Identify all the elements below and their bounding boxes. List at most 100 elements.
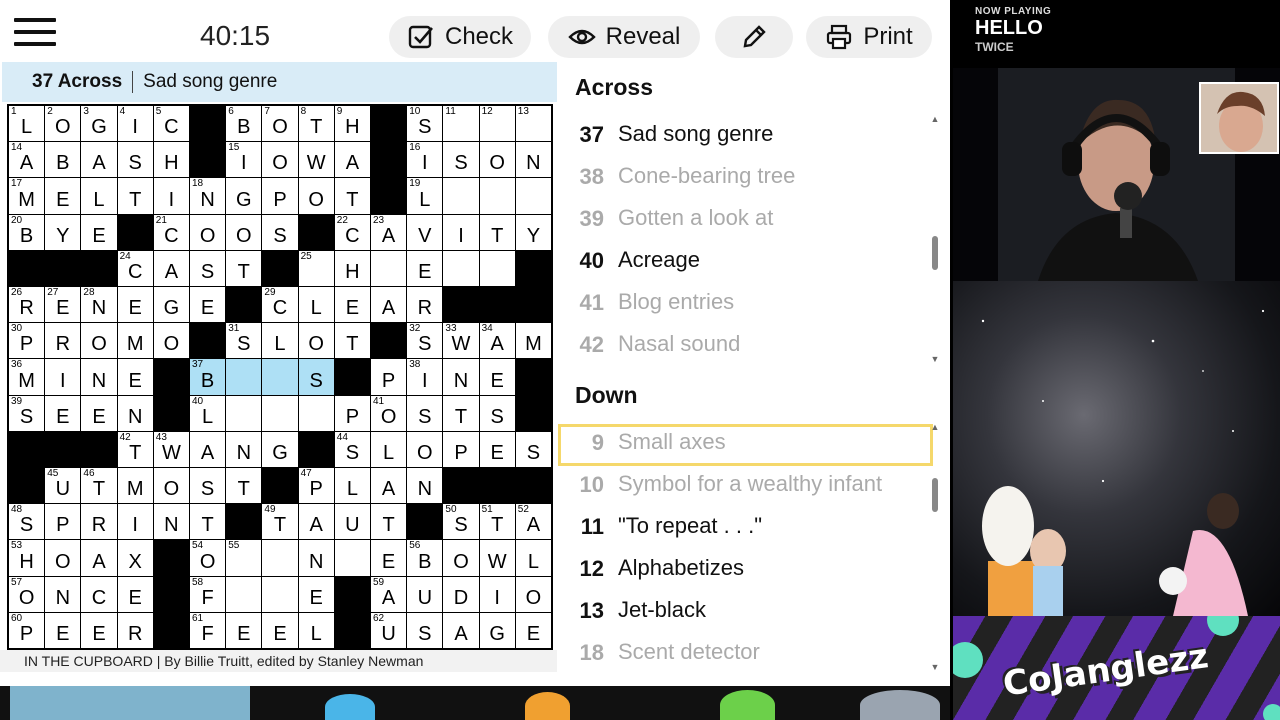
grid-cell[interactable]: M xyxy=(117,468,153,504)
grid-cell[interactable]: 17 M xyxy=(9,178,45,214)
grid-cell[interactable]: L xyxy=(298,612,334,648)
grid-cell[interactable]: 31 S xyxy=(226,323,262,359)
grid-cell[interactable]: Y xyxy=(515,214,551,250)
print-button[interactable]: Print xyxy=(806,16,932,58)
grid-cell[interactable]: 12 xyxy=(479,106,515,142)
grid-cell[interactable]: 60 P xyxy=(9,612,45,648)
grid-cell[interactable]: E xyxy=(407,250,443,286)
grid-cell[interactable]: 4I xyxy=(117,106,153,142)
grid-cell[interactable]: T xyxy=(371,504,407,540)
grid-cell[interactable]: H xyxy=(153,142,189,178)
grid-cell[interactable]: 18 N xyxy=(190,178,226,214)
grid-cell[interactable]: T xyxy=(117,178,153,214)
grid-cell[interactable]: 13 xyxy=(515,106,551,142)
grid-cell[interactable]: X xyxy=(117,540,153,576)
grid-cell[interactable]: 32 S xyxy=(407,323,443,359)
grid-cell[interactable]: E xyxy=(117,576,153,612)
grid-cell[interactable]: L xyxy=(298,287,334,323)
grid-cell[interactable]: A xyxy=(371,287,407,323)
grid-cell[interactable]: I xyxy=(45,359,81,395)
grid-cell[interactable]: Y xyxy=(45,214,81,250)
grid-cell[interactable]: 33 W xyxy=(443,323,479,359)
clue-item[interactable]: 40 Acreage xyxy=(558,242,933,284)
grid-cell[interactable]: 50 S xyxy=(443,504,479,540)
grid-cell[interactable]: E xyxy=(45,178,81,214)
grid-cell[interactable]: 11 xyxy=(443,106,479,142)
grid-cell[interactable]: 16 I xyxy=(407,142,443,178)
grid-cell[interactable]: N xyxy=(443,359,479,395)
grid-cell[interactable]: L xyxy=(515,540,551,576)
grid-cell[interactable]: 22 C xyxy=(334,214,370,250)
grid-cell[interactable]: 41 O xyxy=(371,395,407,431)
grid-cell[interactable]: U xyxy=(334,504,370,540)
grid-cell[interactable]: O xyxy=(190,214,226,250)
grid-cell[interactable]: E xyxy=(334,287,370,323)
grid-cell[interactable]: T xyxy=(190,504,226,540)
grid-cell[interactable]: I xyxy=(153,178,189,214)
grid-cell[interactable]: 9H xyxy=(334,106,370,142)
down-scrollbar[interactable]: ▲ ▼ xyxy=(930,422,940,672)
grid-cell[interactable] xyxy=(262,540,298,576)
grid-cell[interactable]: 37 B xyxy=(190,359,226,395)
grid-cell[interactable]: 39 S xyxy=(9,395,45,431)
grid-cell[interactable] xyxy=(262,395,298,431)
grid-cell[interactable]: E xyxy=(479,431,515,467)
grid-cell[interactable]: 58 F xyxy=(190,576,226,612)
grid-cell[interactable]: 40 L xyxy=(190,395,226,431)
grid-cell[interactable]: O xyxy=(515,576,551,612)
grid-cell[interactable]: 30 P xyxy=(9,323,45,359)
clue-item[interactable]: 12 Alphabetizes xyxy=(558,550,933,592)
grid-cell[interactable]: G xyxy=(153,287,189,323)
reveal-button[interactable]: Reveal xyxy=(548,16,700,58)
grid-cell[interactable]: E xyxy=(479,359,515,395)
grid-cell[interactable]: 59 A xyxy=(371,576,407,612)
grid-cell[interactable]: U xyxy=(407,576,443,612)
grid-cell[interactable]: E xyxy=(226,612,262,648)
grid-cell[interactable]: 21 C xyxy=(153,214,189,250)
grid-cell[interactable]: P xyxy=(45,504,81,540)
grid-cell[interactable]: O xyxy=(153,468,189,504)
grid-cell[interactable] xyxy=(226,359,262,395)
grid-cell[interactable]: 43 W xyxy=(153,431,189,467)
grid-cell[interactable]: P xyxy=(334,395,370,431)
grid-cell[interactable]: 46 T xyxy=(81,468,117,504)
grid-cell[interactable]: 10 S xyxy=(407,106,443,142)
grid-cell[interactable]: W xyxy=(479,540,515,576)
grid-cell[interactable]: T xyxy=(226,468,262,504)
grid-cell[interactable]: L xyxy=(371,431,407,467)
grid-cell[interactable]: I xyxy=(443,214,479,250)
grid-cell[interactable]: E xyxy=(117,287,153,323)
grid-cell[interactable]: G xyxy=(262,431,298,467)
grid-cell[interactable]: S xyxy=(262,214,298,250)
pencil-button[interactable] xyxy=(715,16,793,58)
clue-item[interactable]: 39 Gotten a look at xyxy=(558,200,933,242)
grid-cell[interactable]: O xyxy=(479,142,515,178)
grid-cell[interactable]: A xyxy=(153,250,189,286)
grid-cell[interactable]: S xyxy=(515,431,551,467)
grid-cell[interactable] xyxy=(515,178,551,214)
grid-cell[interactable]: T xyxy=(226,250,262,286)
grid-cell[interactable]: A xyxy=(298,504,334,540)
grid-cell[interactable]: L xyxy=(262,323,298,359)
grid-cell[interactable]: P xyxy=(371,359,407,395)
grid-cell[interactable]: A xyxy=(81,142,117,178)
grid-cell[interactable]: W xyxy=(298,142,334,178)
grid-cell[interactable]: T xyxy=(334,178,370,214)
grid-cell[interactable]: O xyxy=(153,323,189,359)
grid-cell[interactable]: L xyxy=(81,178,117,214)
clue-item[interactable]: 42 Nasal sound xyxy=(558,326,933,368)
grid-cell[interactable]: S xyxy=(479,395,515,431)
grid-cell[interactable]: 19 L xyxy=(407,178,443,214)
grid-cell[interactable]: 51 T xyxy=(479,504,515,540)
grid-cell[interactable]: V xyxy=(407,214,443,250)
grid-cell[interactable]: N xyxy=(153,504,189,540)
menu-icon[interactable] xyxy=(14,18,56,48)
grid-cell[interactable]: S xyxy=(190,468,226,504)
grid-cell[interactable]: 15 I xyxy=(226,142,262,178)
grid-cell[interactable]: A xyxy=(371,468,407,504)
grid-cell[interactable]: 29 C xyxy=(262,287,298,323)
grid-cell[interactable]: E xyxy=(117,359,153,395)
grid-cell[interactable]: 62 U xyxy=(371,612,407,648)
grid-cell[interactable] xyxy=(479,178,515,214)
grid-cell[interactable]: C xyxy=(81,576,117,612)
